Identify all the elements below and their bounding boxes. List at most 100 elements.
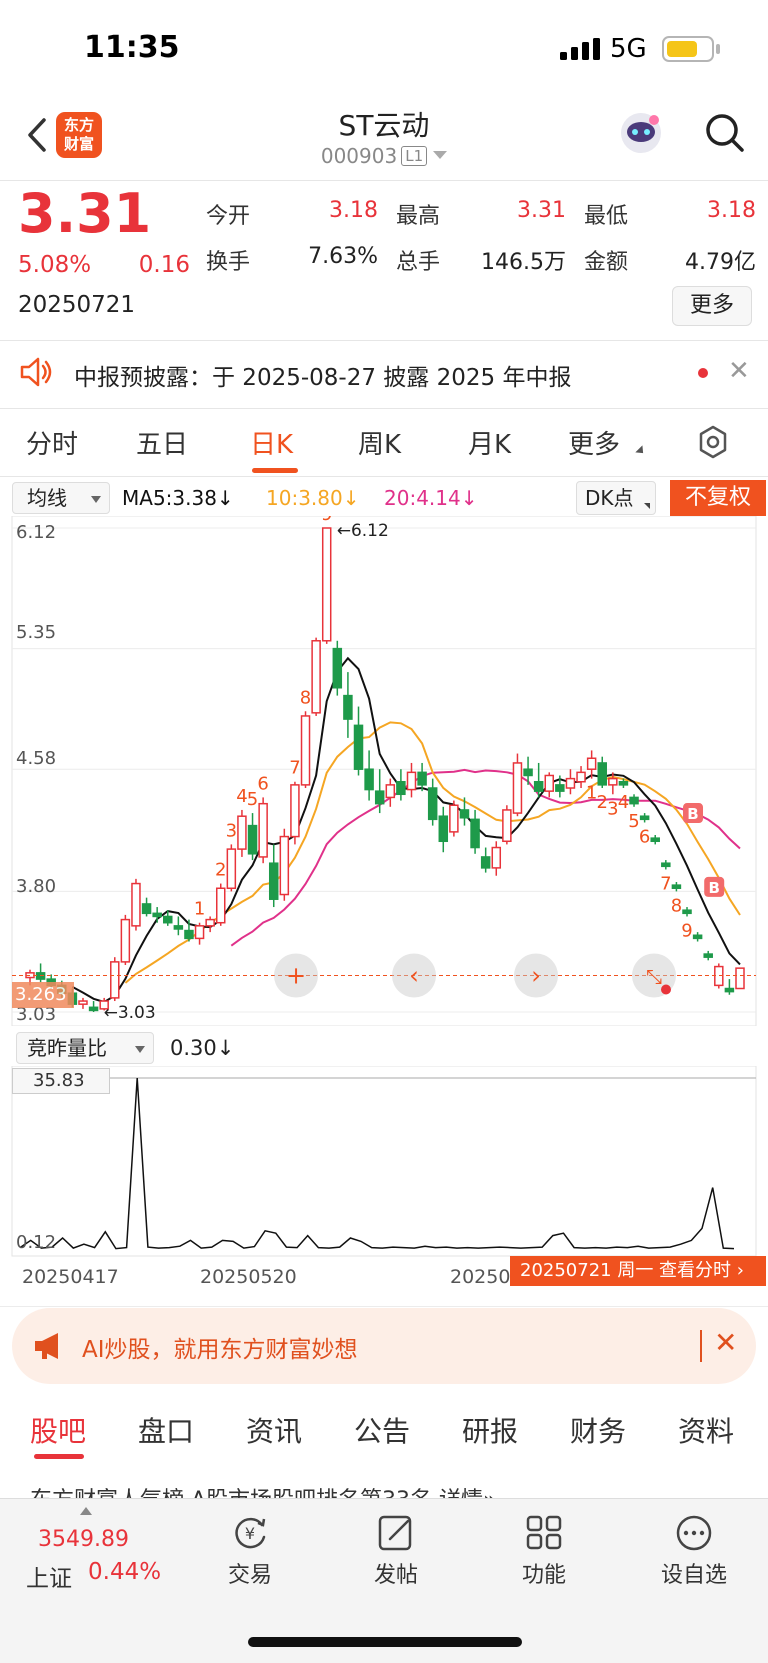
- candle-body: [78, 1000, 88, 1005]
- close-icon[interactable]: ✕: [714, 1326, 737, 1359]
- candle-body: [300, 715, 311, 786]
- high-marker: ←6.12: [337, 521, 389, 541]
- tab-order-book[interactable]: 盘口: [138, 1410, 194, 1450]
- home-indicator: [248, 1637, 522, 1647]
- nav-post[interactable]: 发帖: [336, 1513, 456, 1589]
- candle-body: [343, 694, 353, 720]
- no-adjust-button[interactable]: 不复权: [670, 480, 766, 516]
- tab-weekly-k[interactable]: 周K: [358, 424, 401, 461]
- index-value[interactable]: 3549.89: [38, 1527, 129, 1552]
- ai-robot-icon[interactable]: [616, 108, 666, 158]
- expand-icon: ⤡: [646, 965, 662, 989]
- candle-body: [523, 768, 533, 777]
- corner-caret-icon: [635, 445, 647, 457]
- dk-point-button[interactable]: DK点: [576, 481, 656, 515]
- tab-research[interactable]: 研报: [462, 1410, 518, 1450]
- view-intraday-text: 20250721 周一 查看分时: [520, 1260, 732, 1281]
- divider: [0, 1306, 768, 1307]
- td-count-label: 2: [215, 860, 226, 881]
- candle-body: [290, 784, 300, 838]
- td-count-label: 9: [321, 516, 332, 525]
- tab-more[interactable]: 更多: [568, 424, 620, 461]
- tab-monthly-k[interactable]: 月K: [468, 424, 511, 461]
- candle-body: [650, 837, 660, 843]
- kline-chart[interactable]: 123456789123456789BB←6.12←3.03+‹›⤡: [0, 516, 768, 1026]
- ma-dropdown[interactable]: 均线: [12, 482, 110, 514]
- candle-body: [608, 777, 618, 786]
- notice-bar[interactable]: 中报预披露：于 2025-08-27 披露 2025 年中报 ✕: [0, 342, 768, 404]
- candle-body: [470, 818, 480, 849]
- candle-body: [374, 790, 385, 805]
- nav-post-label: 发帖: [373, 1563, 418, 1588]
- candle-body: [279, 835, 290, 896]
- price-tick: 3.80: [16, 876, 57, 897]
- label-low: 最低: [584, 204, 629, 229]
- view-intraday-tip[interactable]: 20250721 周一 查看分时 ›: [510, 1256, 766, 1286]
- nav-functions[interactable]: 功能: [484, 1513, 604, 1589]
- nav-trade[interactable]: ¥ 交易: [190, 1513, 310, 1589]
- quote-date: 20250721: [18, 292, 136, 318]
- date-label: 20250520: [200, 1266, 297, 1288]
- divider: [0, 180, 768, 181]
- tab-five-day[interactable]: 五日: [136, 424, 188, 461]
- date-label: 20250417: [22, 1266, 119, 1288]
- tab-daily-k[interactable]: 日K: [250, 424, 293, 461]
- td-count-label: 1: [194, 899, 205, 920]
- nav-functions-label: 功能: [521, 1563, 566, 1588]
- caret-up-icon[interactable]: [80, 1507, 92, 1515]
- nav-add-watchlist[interactable]: 设自选: [634, 1513, 754, 1589]
- close-icon[interactable]: ✕: [728, 356, 750, 386]
- ma10-line: [124, 721, 741, 984]
- low-marker: ←3.03: [104, 1003, 156, 1023]
- more-button[interactable]: 更多: [672, 286, 752, 326]
- last-price-tag: 3.263: [12, 982, 74, 1008]
- candle-body: [449, 804, 459, 833]
- td-count-label: 6: [257, 773, 268, 794]
- candle-body: [586, 757, 597, 770]
- candle-body: [544, 774, 555, 792]
- label-turnover: 换手: [206, 250, 251, 275]
- ma10-value: 10:3.80↓: [266, 486, 360, 510]
- candle-body: [237, 815, 247, 850]
- td-count-label: 9: [681, 920, 692, 941]
- volume-ratio-dropdown[interactable]: 竞昨量比: [16, 1032, 154, 1064]
- candle-body: [576, 771, 586, 783]
- candle-body: [173, 925, 184, 930]
- tab-announcements[interactable]: 公告: [354, 1410, 410, 1450]
- trade-icon: ¥: [235, 1517, 266, 1549]
- candle-body: [724, 987, 735, 993]
- nav-trade-label: 交易: [227, 1563, 272, 1588]
- ad-text: AI炒股，就用东方财富妙想: [82, 1337, 358, 1363]
- corner-caret-icon: [644, 503, 650, 509]
- candle-body: [385, 784, 396, 799]
- indicator-bar: 均线 MA5:3.38↓ 10:3.80↓ 20:4.14↓ DK点 不复权: [0, 478, 768, 518]
- value-volume: 146.5万: [481, 250, 566, 275]
- candle-body: [597, 762, 607, 786]
- tab-news[interactable]: 资讯: [246, 1410, 302, 1450]
- gear-icon[interactable]: [694, 424, 732, 462]
- tab-finance[interactable]: 财务: [570, 1410, 626, 1450]
- candle-body: [110, 961, 120, 999]
- candle-body: [417, 771, 427, 786]
- active-tab-underline: [252, 468, 298, 473]
- index-change[interactable]: 0.44%: [88, 1559, 161, 1585]
- tab-profile[interactable]: 资料: [678, 1410, 734, 1450]
- tab-guba[interactable]: 股吧: [30, 1410, 86, 1450]
- tab-intraday[interactable]: 分时: [26, 424, 78, 461]
- volume-ratio-chart[interactable]: [0, 1066, 768, 1266]
- candle-body: [555, 784, 565, 792]
- divider: [0, 340, 768, 341]
- ma5-value: MA5:3.38↓: [122, 486, 234, 510]
- candle-body: [321, 527, 332, 642]
- candle-body: [163, 915, 173, 924]
- candle-body: [533, 780, 544, 792]
- price-tick: 6.12: [16, 522, 57, 543]
- candle-body: [353, 724, 364, 770]
- search-icon[interactable]: [700, 108, 750, 158]
- divider: [0, 476, 768, 477]
- candle-body: [215, 887, 226, 924]
- index-name[interactable]: 上证: [26, 1559, 72, 1593]
- ai-ad-banner[interactable]: AI炒股，就用东方财富妙想 ✕: [12, 1308, 756, 1384]
- td-count-label: 8: [671, 895, 682, 916]
- td-count-label: 7: [660, 873, 671, 894]
